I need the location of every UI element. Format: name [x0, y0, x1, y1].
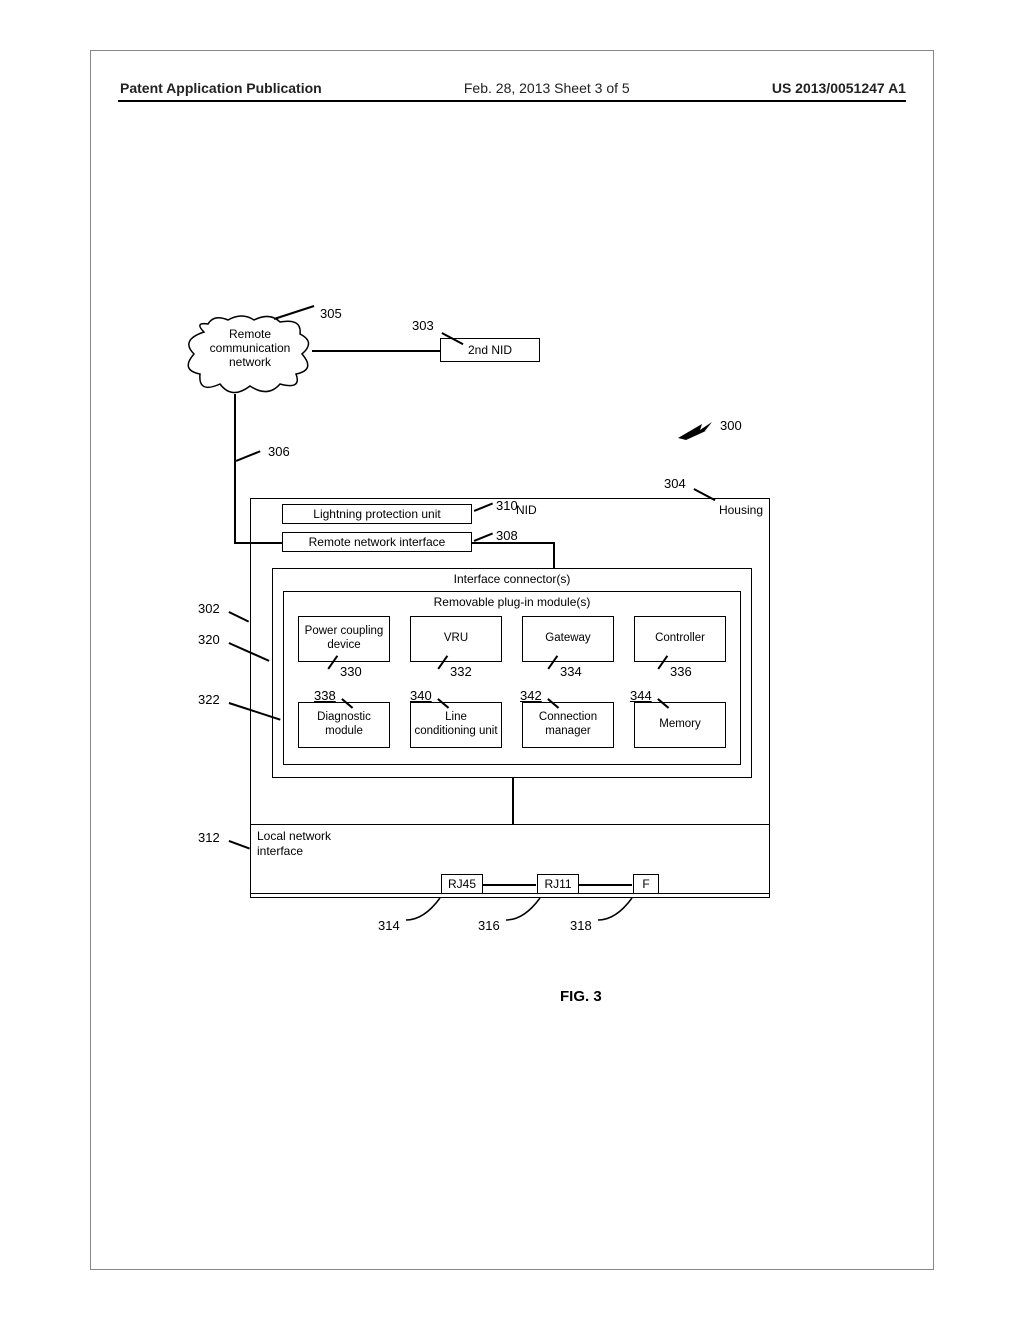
box-rni: Remote network interface [282, 532, 472, 552]
ref-312: 312 [198, 830, 220, 845]
edge-rj11-f [578, 884, 632, 886]
header-right: US 2013/0051247 A1 [772, 80, 906, 96]
ref-305: 305 [320, 306, 342, 321]
module-controller: Controller [634, 616, 726, 662]
leader-318-arc [596, 896, 646, 924]
ref-322: 322 [198, 692, 220, 707]
ref-338: 338 [314, 688, 336, 703]
interface-connectors-label: Interface connector(s) [273, 569, 751, 586]
lni-label: Local network interface [257, 829, 331, 859]
module-vru: VRU [410, 616, 502, 662]
ref-304: 304 [664, 476, 686, 491]
cloud-line2: communication [190, 342, 310, 356]
edge-rni-h [472, 542, 554, 544]
module-gateway: Gateway [522, 616, 614, 662]
page-header: Patent Application Publication Feb. 28, … [120, 80, 906, 96]
removable-modules-label: Removable plug-in module(s) [284, 592, 740, 609]
ref-306: 306 [268, 444, 290, 459]
module-connection-manager: Connection manager [522, 702, 614, 748]
ref-320: 320 [198, 632, 220, 647]
leader-316-arc [504, 896, 554, 924]
leader-306 [236, 450, 261, 461]
leader-312 [229, 840, 250, 849]
box-2nd-nid: 2nd NID [440, 338, 540, 362]
cloud-line1: Remote [190, 328, 310, 342]
diagram-stage: Remote communication network 305 2nd NID… [190, 320, 770, 940]
ref-342: 342 [520, 688, 542, 703]
header-mid: Feb. 28, 2013 Sheet 3 of 5 [464, 80, 630, 96]
header-left: Patent Application Publication [120, 80, 322, 96]
ref-332: 332 [450, 664, 472, 679]
ref-314: 314 [378, 918, 400, 933]
leader-314-arc [404, 896, 454, 924]
edge-rni-v [553, 542, 555, 568]
lni-label-l2: interface [257, 844, 331, 859]
ref-300: 300 [720, 418, 742, 433]
ref-308: 308 [496, 528, 518, 543]
ref-344: 344 [630, 688, 652, 703]
header-divider [118, 100, 906, 102]
ref-302: 302 [198, 601, 220, 616]
housing-label: Housing [719, 503, 763, 517]
ref-336: 336 [670, 664, 692, 679]
ref-334: 334 [560, 664, 582, 679]
cloud-line3: network [190, 356, 310, 370]
nid-label: NID [516, 503, 537, 517]
arrow-300-icon [678, 420, 714, 443]
jack-rj45: RJ45 [441, 874, 483, 894]
jack-f: F [633, 874, 659, 894]
box-lpu: Lightning protection unit [282, 504, 472, 524]
leader-302 [229, 611, 249, 622]
ref-340: 340 [410, 688, 432, 703]
cloud-remote-network: Remote communication network [190, 320, 310, 390]
figure-label: FIG. 3 [560, 988, 602, 1005]
jack-rj11: RJ11 [537, 874, 579, 894]
ref-303: 303 [412, 318, 434, 333]
ref-330: 330 [340, 664, 362, 679]
ref-310: 310 [496, 498, 518, 513]
module-diagnostic: Diagnostic module [298, 702, 390, 748]
edge-cloud-to-nid2 [312, 350, 440, 352]
ref-316: 316 [478, 918, 500, 933]
module-power-coupling: Power coupling device [298, 616, 390, 662]
module-line-conditioning: Line conditioning unit [410, 702, 502, 748]
module-row-2: Diagnostic module Line conditioning unit… [298, 702, 726, 752]
module-row-1: Power coupling device VRU Gateway Contro… [298, 616, 726, 666]
ref-318: 318 [570, 918, 592, 933]
module-memory: Memory [634, 702, 726, 748]
lni-label-l1: Local network [257, 829, 331, 844]
edge-iconn-to-lni [512, 778, 514, 824]
edge-306-v [234, 394, 236, 542]
edge-rj45-rj11 [482, 884, 536, 886]
